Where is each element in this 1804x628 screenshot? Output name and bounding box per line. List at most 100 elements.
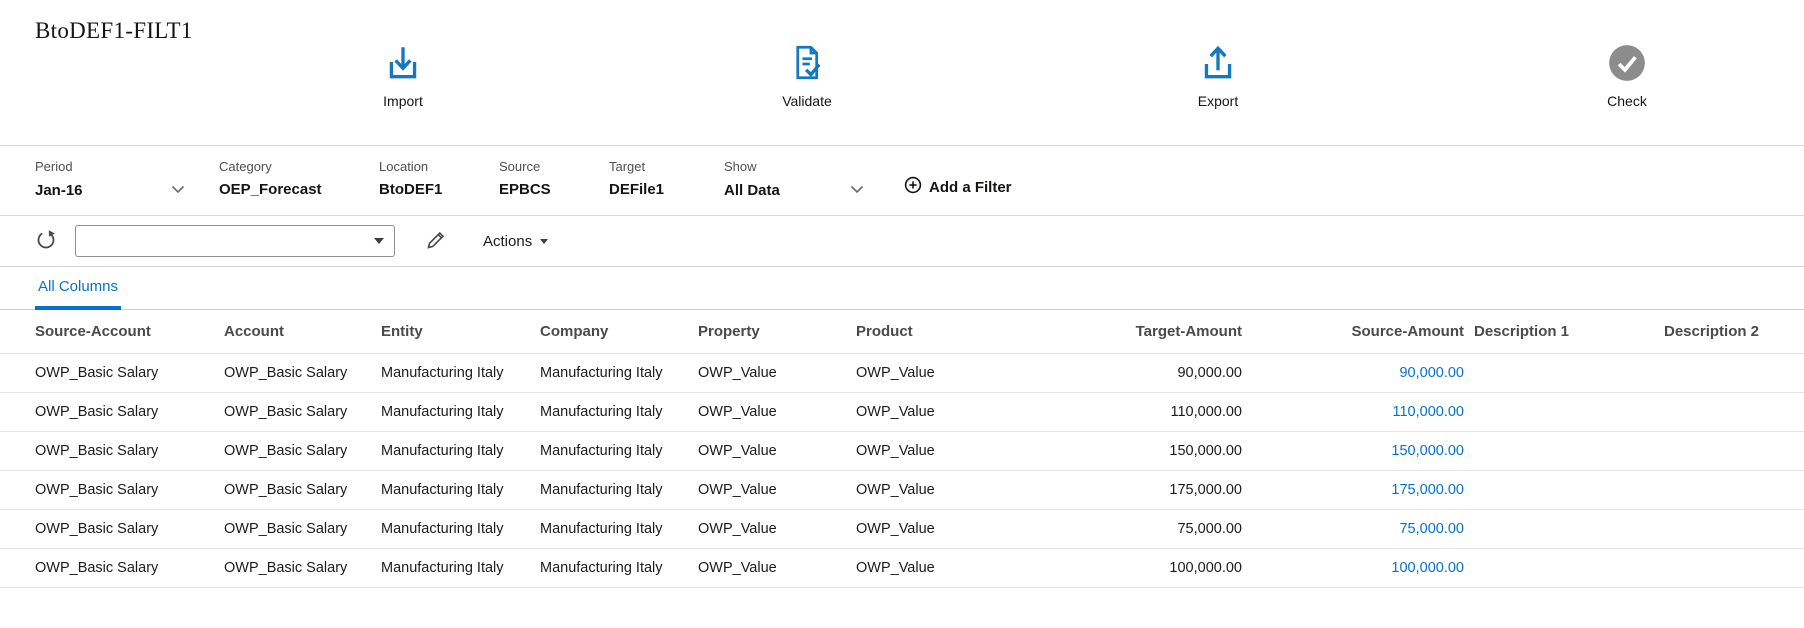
chevron-down-icon xyxy=(850,181,864,199)
cell-entity: Manufacturing Italy xyxy=(381,549,540,588)
cell-source_amount[interactable]: 100,000.00 xyxy=(1252,549,1474,588)
cell-description2 xyxy=(1664,432,1804,471)
page-title: BtoDEF1-FILT1 xyxy=(35,18,193,44)
pov-combobox-input[interactable] xyxy=(76,226,374,256)
cell-property: OWP_Value xyxy=(698,432,856,471)
column-header-description2[interactable]: Description 2 xyxy=(1664,310,1804,354)
validate-button[interactable]: Validate xyxy=(782,42,832,109)
location-filter: Location BtoDEF1 xyxy=(379,159,469,198)
source-label: Source xyxy=(499,159,579,174)
add-filter-label: Add a Filter xyxy=(929,179,1012,196)
period-value: Jan-16 xyxy=(35,182,83,199)
cell-description1 xyxy=(1474,432,1664,471)
cell-source_account: OWP_Basic Salary xyxy=(0,471,224,510)
refresh-button[interactable] xyxy=(33,227,59,256)
table-header-row: Source-AccountAccountEntityCompanyProper… xyxy=(0,310,1804,354)
target-label: Target xyxy=(609,159,694,174)
column-header-company[interactable]: Company xyxy=(540,310,698,354)
cell-target_amount: 75,000.00 xyxy=(1000,510,1252,549)
add-filter-icon xyxy=(904,176,922,198)
cell-property: OWP_Value xyxy=(698,393,856,432)
target-filter: Target DEFile1 xyxy=(609,159,694,198)
show-label: Show xyxy=(724,159,864,174)
import-label: Import xyxy=(383,93,423,109)
cell-source_amount[interactable]: 75,000.00 xyxy=(1252,510,1474,549)
validate-label: Validate xyxy=(782,93,832,109)
edit-button[interactable] xyxy=(423,227,449,256)
source-filter: Source EPBCS xyxy=(499,159,579,198)
cell-description2 xyxy=(1664,471,1804,510)
cell-description2 xyxy=(1664,549,1804,588)
tab-all-columns[interactable]: All Columns xyxy=(35,278,121,310)
cell-account: OWP_Basic Salary xyxy=(224,471,381,510)
period-filter[interactable]: Period Jan-16 xyxy=(35,159,185,199)
cell-entity: Manufacturing Italy xyxy=(381,432,540,471)
cell-target_amount: 90,000.00 xyxy=(1000,354,1252,393)
location-value: BtoDEF1 xyxy=(379,181,469,198)
cell-source_amount[interactable]: 90,000.00 xyxy=(1252,354,1474,393)
cell-source_account: OWP_Basic Salary xyxy=(0,510,224,549)
column-header-target_amount[interactable]: Target-Amount xyxy=(1000,310,1252,354)
cell-description1 xyxy=(1474,510,1664,549)
period-label: Period xyxy=(35,159,185,174)
column-header-source_account[interactable]: Source-Account xyxy=(0,310,224,354)
pencil-icon xyxy=(425,229,447,254)
import-icon xyxy=(382,42,424,84)
column-header-description1[interactable]: Description 1 xyxy=(1474,310,1664,354)
cell-source_amount[interactable]: 110,000.00 xyxy=(1252,393,1474,432)
filter-bar: Period Jan-16 Category OEP_Forecast Loca… xyxy=(0,146,1804,216)
cell-account: OWP_Basic Salary xyxy=(224,354,381,393)
cell-source_account: OWP_Basic Salary xyxy=(0,432,224,471)
column-header-account[interactable]: Account xyxy=(224,310,381,354)
table-row: OWP_Basic SalaryOWP_Basic SalaryManufact… xyxy=(0,354,1804,393)
cell-source_amount[interactable]: 175,000.00 xyxy=(1252,471,1474,510)
cell-target_amount: 150,000.00 xyxy=(1000,432,1252,471)
grid-toolbar: Actions xyxy=(0,216,1804,267)
cell-source_account: OWP_Basic Salary xyxy=(0,549,224,588)
table-body: OWP_Basic SalaryOWP_Basic SalaryManufact… xyxy=(0,354,1804,588)
import-button[interactable]: Import xyxy=(382,42,424,109)
cell-company: Manufacturing Italy xyxy=(540,549,698,588)
cell-description1 xyxy=(1474,471,1664,510)
actions-label: Actions xyxy=(483,233,532,250)
chevron-down-icon xyxy=(171,181,185,199)
cell-property: OWP_Value xyxy=(698,354,856,393)
target-value: DEFile1 xyxy=(609,181,694,198)
column-header-property[interactable]: Property xyxy=(698,310,856,354)
location-label: Location xyxy=(379,159,469,174)
cell-description1 xyxy=(1474,393,1664,432)
check-label: Check xyxy=(1607,93,1647,109)
actions-caret-icon xyxy=(540,239,548,244)
source-value: EPBCS xyxy=(499,181,579,198)
show-filter[interactable]: Show All Data xyxy=(724,159,864,199)
cell-entity: Manufacturing Italy xyxy=(381,354,540,393)
cell-company: Manufacturing Italy xyxy=(540,393,698,432)
cell-entity: Manufacturing Italy xyxy=(381,393,540,432)
cell-product: OWP_Value xyxy=(856,510,1000,549)
cell-product: OWP_Value xyxy=(856,549,1000,588)
combobox-caret-icon xyxy=(374,238,384,244)
table-row: OWP_Basic SalaryOWP_Basic SalaryManufact… xyxy=(0,549,1804,588)
cell-account: OWP_Basic Salary xyxy=(224,549,381,588)
cell-account: OWP_Basic Salary xyxy=(224,432,381,471)
refresh-icon xyxy=(35,229,57,254)
column-header-product[interactable]: Product xyxy=(856,310,1000,354)
cell-account: OWP_Basic Salary xyxy=(224,510,381,549)
export-button[interactable]: Export xyxy=(1197,42,1239,109)
add-filter-button[interactable]: Add a Filter xyxy=(904,176,1012,198)
cell-company: Manufacturing Italy xyxy=(540,471,698,510)
check-button[interactable]: Check xyxy=(1606,42,1648,109)
column-header-source_amount[interactable]: Source-Amount xyxy=(1252,310,1474,354)
cell-target_amount: 175,000.00 xyxy=(1000,471,1252,510)
actions-menu-button[interactable]: Actions xyxy=(477,232,554,251)
cell-account: OWP_Basic Salary xyxy=(224,393,381,432)
pov-combobox[interactable] xyxy=(75,225,395,257)
cell-target_amount: 100,000.00 xyxy=(1000,549,1252,588)
cell-source_account: OWP_Basic Salary xyxy=(0,393,224,432)
column-header-entity[interactable]: Entity xyxy=(381,310,540,354)
show-value: All Data xyxy=(724,182,780,199)
page-header: BtoDEF1-FILT1 Import Validate xyxy=(0,0,1804,146)
data-table: Source-AccountAccountEntityCompanyProper… xyxy=(0,310,1804,588)
table-row: OWP_Basic SalaryOWP_Basic SalaryManufact… xyxy=(0,393,1804,432)
cell-source_amount[interactable]: 150,000.00 xyxy=(1252,432,1474,471)
